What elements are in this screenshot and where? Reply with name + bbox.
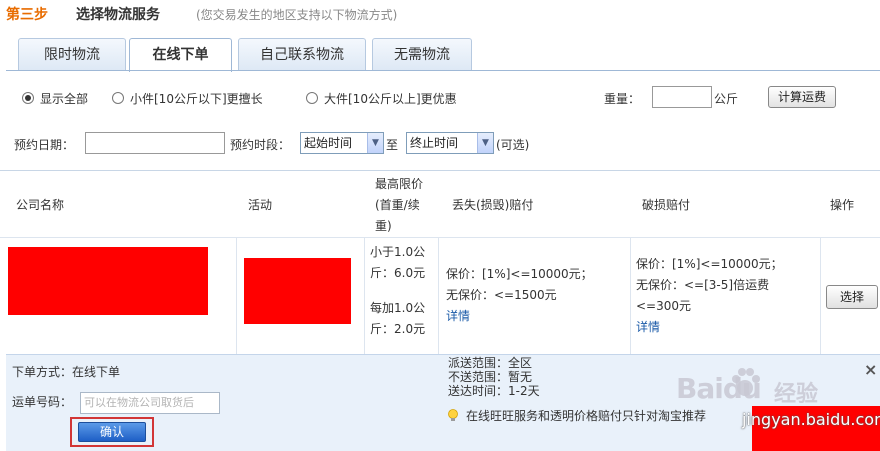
period-label: 预约时段：	[230, 138, 291, 152]
delivery-range: 派送范围：全区	[448, 356, 533, 370]
region-note: (您交易发生的地区支持以下物流方式)	[196, 8, 398, 22]
column-divider	[820, 237, 821, 354]
select-button[interactable]: 选择	[826, 285, 878, 309]
header-damage-compensation: 破损赔付	[642, 198, 691, 212]
damage-line: 保价：[1%]<=10000元；	[636, 257, 783, 271]
column-divider	[630, 237, 631, 354]
tab-no-logistics[interactable]: 无需物流	[372, 38, 472, 71]
price-line: 每加1.0公	[370, 301, 426, 315]
delivery-exclusion: 不送范围：暂无	[448, 370, 533, 384]
date-input[interactable]	[85, 132, 225, 154]
header-loss-compensation: 丢失(损毁)赔付	[452, 198, 534, 212]
end-time-value: 终止时间	[410, 136, 459, 150]
table-top-border	[0, 170, 880, 171]
price-line: 斤：2.0元	[370, 322, 426, 336]
tab-self-contact[interactable]: 自己联系物流	[238, 38, 366, 71]
header-max-price-line: 最高限价	[375, 177, 424, 191]
chevron-down-icon: ▼	[477, 133, 493, 153]
page-title: 选择物流服务	[76, 7, 160, 23]
header-max-price: 最高限价 (首重/续 重)	[375, 174, 423, 237]
column-divider	[236, 237, 237, 354]
tab-time-limited[interactable]: 限时物流	[18, 38, 126, 71]
header-max-price-line: (首重/续	[375, 198, 420, 212]
radio-show-all[interactable]	[22, 92, 34, 104]
close-icon[interactable]: ×	[864, 360, 877, 379]
damage-cell: 保价：[1%]<=10000元； 无保价：<=[3-5]倍运费 <=300元 详…	[636, 254, 783, 338]
calculate-shipping-button[interactable]: 计算运费	[768, 86, 836, 108]
delivery-info: 派送范围：全区 不送范围：暂无 送达时间：1-2天	[448, 356, 540, 398]
delivery-time: 送达时间：1-2天	[448, 384, 540, 398]
order-method: 下单方式：在线下单	[12, 365, 121, 379]
radio-small-parcel-label: 小件[10公斤以下]更擅长	[130, 92, 263, 106]
watermark-url: jingyan.baidu.com	[742, 410, 880, 429]
weight-unit: 公斤	[714, 92, 739, 106]
loss-line: 无保价：<=1500元	[446, 288, 557, 302]
radio-large-parcel[interactable]	[306, 92, 318, 104]
tab-online-order[interactable]: 在线下单	[129, 38, 232, 72]
activity-redacted	[244, 258, 351, 324]
loss-details-link[interactable]: 详情	[446, 306, 593, 327]
price-spacer	[370, 284, 425, 298]
column-divider	[438, 237, 439, 354]
confirm-button[interactable]: 确认	[78, 422, 146, 442]
weight-input[interactable]	[652, 86, 712, 108]
price-cell: 小于1.0公 斤：6.0元 每加1.0公 斤：2.0元	[370, 242, 425, 340]
header-max-price-line: 重)	[375, 219, 392, 233]
waybill-label: 运单号码：	[12, 395, 73, 409]
header-action: 操作	[830, 198, 855, 212]
header-company: 公司名称	[16, 198, 65, 212]
radio-small-parcel[interactable]	[112, 92, 124, 104]
weight-label: 重量：	[604, 92, 641, 106]
end-time-select[interactable]: 终止时间 ▼	[406, 132, 494, 154]
damage-line: 无保价：<=[3-5]倍运费	[636, 278, 770, 292]
company-name-redacted	[8, 247, 208, 315]
tab-divider	[6, 70, 880, 71]
start-time-select[interactable]: 起始时间 ▼	[300, 132, 384, 154]
date-label: 预约日期：	[14, 138, 75, 152]
jingyan-watermark: 经验	[774, 382, 819, 407]
service-tip: 在线旺旺服务和透明价格赔付只针对淘宝推荐	[466, 409, 707, 423]
optional-label: (可选)	[496, 138, 530, 152]
chevron-down-icon: ▼	[367, 133, 383, 153]
damage-details-link[interactable]: 详情	[636, 317, 783, 338]
lightbulb-icon	[448, 409, 458, 421]
header-row-divider	[0, 237, 880, 238]
loss-line: 保价：[1%]<=10000元；	[446, 267, 593, 281]
waybill-input[interactable]: 可以在物流公司取货后	[80, 392, 220, 414]
baidu-watermark: Baidu	[676, 372, 762, 405]
damage-line: <=300元	[636, 299, 692, 313]
to-label: 至	[386, 138, 399, 152]
header-activity: 活动	[248, 198, 273, 212]
price-line: 斤：6.0元	[370, 266, 426, 280]
loss-cell: 保价：[1%]<=10000元； 无保价：<=1500元 详情	[446, 264, 593, 327]
step-label: 第三步	[6, 7, 48, 23]
price-line: 小于1.0公	[370, 245, 426, 259]
radio-show-all-label: 显示全部	[40, 92, 89, 106]
radio-large-parcel-label: 大件[10公斤以上]更优惠	[324, 92, 457, 106]
column-divider	[364, 237, 365, 354]
start-time-value: 起始时间	[304, 136, 353, 150]
